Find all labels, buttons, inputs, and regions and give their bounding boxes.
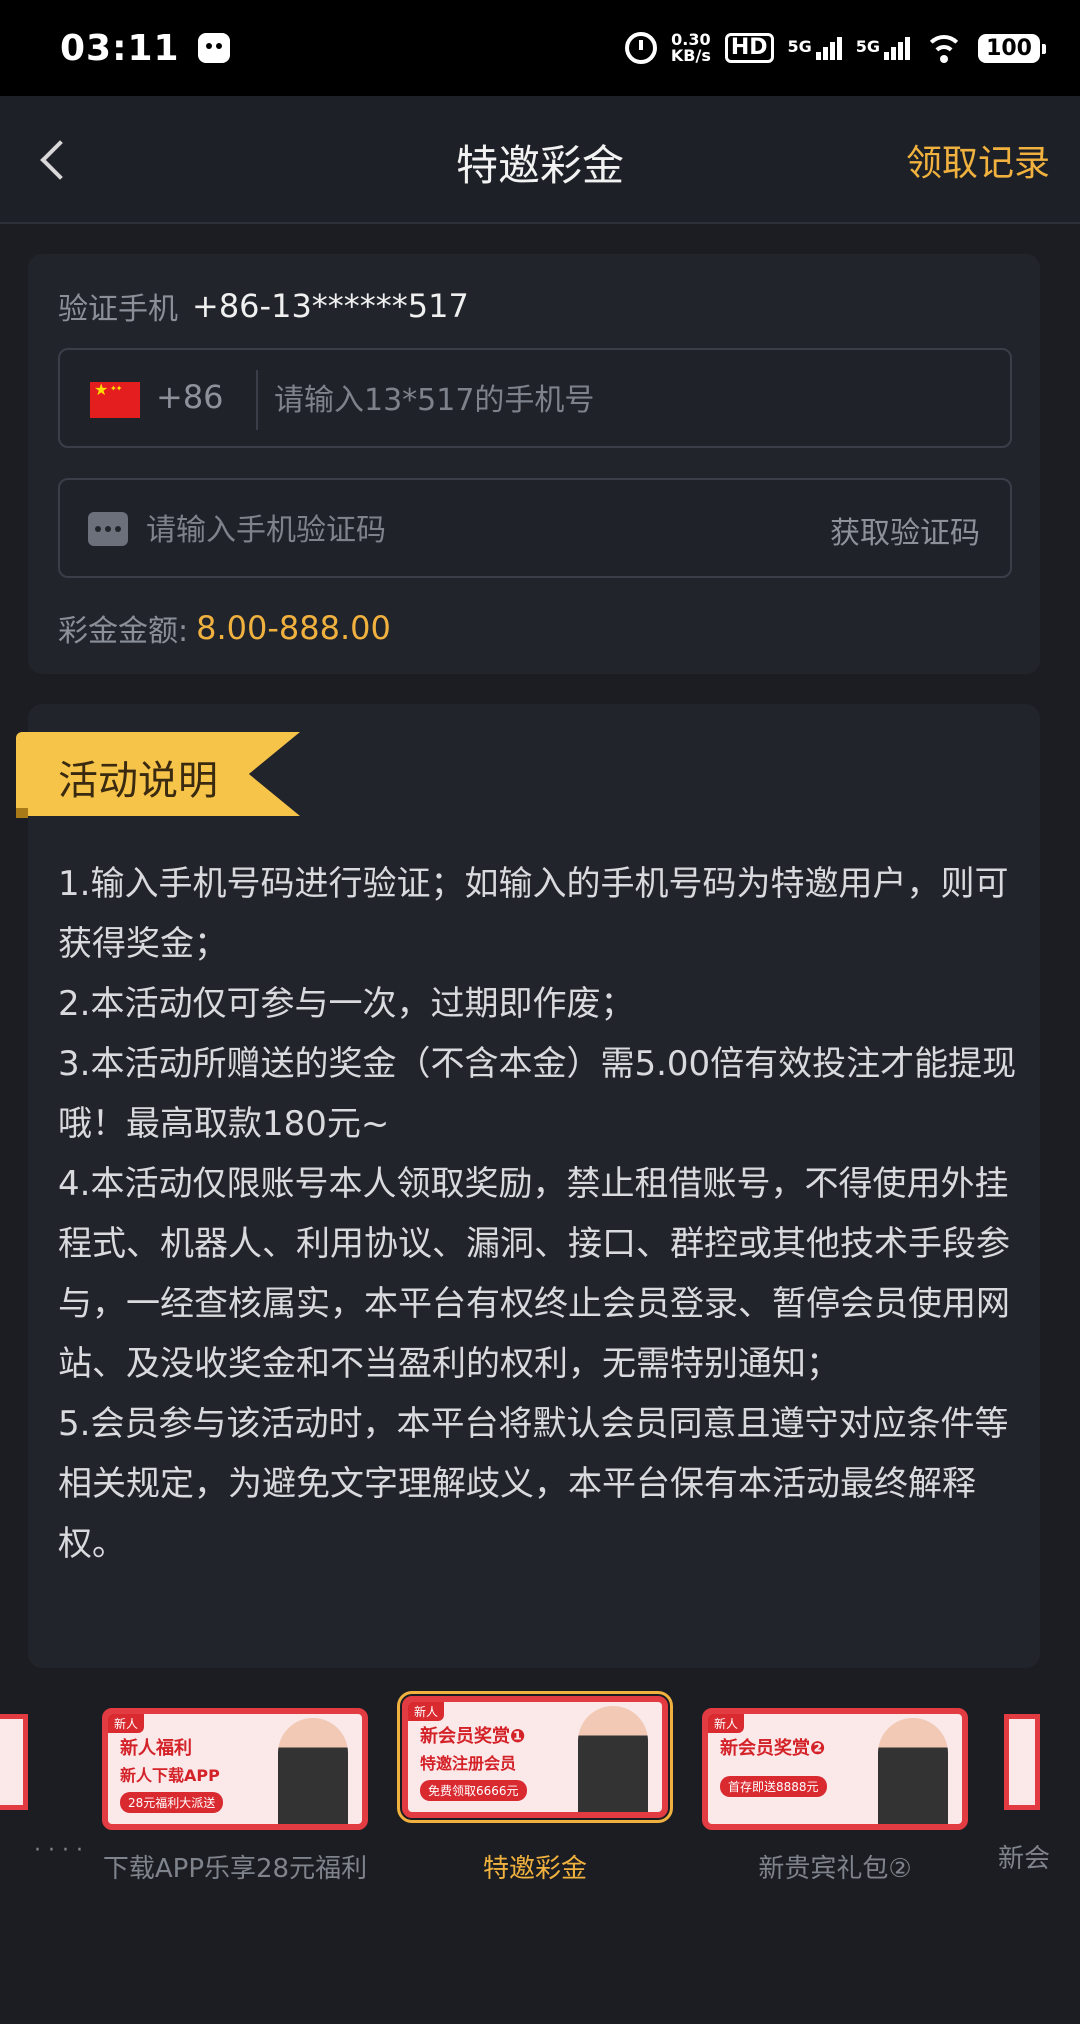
promo-headline: 新会员奖赏❶ xyxy=(420,1726,526,1747)
rule-item: 2.本活动仅可参与一次，过期即作废； xyxy=(58,984,635,1024)
promo-caption: 特邀彩金 xyxy=(482,1854,587,1884)
promo-caption: 下载APP乐享28元福利 xyxy=(102,1854,368,1884)
promo-banner[interactable]: 新人 新会员奖赏❶ 特邀注册会员 免费领取6666元 xyxy=(397,1691,673,1823)
phone-input-field: +86 xyxy=(58,348,1012,448)
promo-pill: 28元福利大派送 xyxy=(120,1792,224,1813)
china-flag-icon xyxy=(90,380,140,418)
alarm-icon xyxy=(624,32,657,64)
verify-phone-row: 验证手机 +86-13******517 xyxy=(58,284,469,328)
activity-heading: 活动说明 xyxy=(58,758,218,804)
carousel-right-caption: 新会 xyxy=(998,1844,1051,1874)
promo-pill: 首存即送8888元 xyxy=(720,1776,827,1797)
rule-item: 1.输入手机号码进行验证；如输入的手机号码为特邀用户，则可获得奖金； xyxy=(58,864,1009,964)
wifi-icon xyxy=(924,33,965,63)
carousel-edge-right[interactable] xyxy=(1004,1714,1040,1810)
promo-subline: 新人下载APP xyxy=(120,1766,220,1785)
verify-phone-card: 验证手机 +86-13******517 +86 获取验证码 彩金金额: 8.0… xyxy=(28,254,1040,674)
promo-tag: 新人 xyxy=(408,1702,445,1721)
verify-phone-value: +86-13******517 xyxy=(192,287,469,325)
field-divider xyxy=(256,370,258,430)
promo-banner[interactable]: 新人 新会员奖赏❷ 首存即送8888元 xyxy=(702,1708,968,1830)
status-bar: 03:11 0.30 KB/s HD 5G 5G 100 xyxy=(0,0,1080,96)
promo-model-image xyxy=(278,1718,348,1824)
promo-model-image xyxy=(878,1718,948,1824)
bonus-amount-row: 彩金金额: 8.00-888.00 xyxy=(58,606,391,650)
carousel-left-caption: · · · · xyxy=(34,1838,83,1863)
message-icon xyxy=(88,512,128,546)
promo-tag: 新人 xyxy=(108,1714,145,1733)
promo-tag: 新人 xyxy=(708,1714,745,1733)
status-bar-right: 0.30 KB/s HD 5G 5G 100 xyxy=(624,32,1046,64)
rule-item: 3.本活动所赠送的奖金（不含本金）需5.00倍有效投注才能提现哦！最高取款180… xyxy=(58,1044,1017,1144)
net-label-1: 5G xyxy=(787,36,812,56)
get-code-button[interactable]: 获取验证码 xyxy=(830,508,980,552)
top-nav-bar: 特邀彩金 领取记录 xyxy=(0,96,1080,224)
claim-records-link[interactable]: 领取记录 xyxy=(906,134,1050,186)
rule-item: 4.本活动仅限账号本人领取奖励，禁止租借账号，不得使用外挂程式、机器人、利用协议… xyxy=(58,1164,1010,1384)
promo-headline: 新人福利 xyxy=(120,1738,192,1759)
bonus-amount-value: 8.00-888.00 xyxy=(196,609,391,647)
activity-description-card: 活动说明 1.输入手机号码进行验证；如输入的手机号码为特邀用户，则可获得奖金； … xyxy=(16,704,1040,1668)
network-speed-unit: KB/s xyxy=(670,46,711,65)
rules-list: 1.输入手机号码进行验证；如输入的手机号码为特邀用户，则可获得奖金； 2.本活动… xyxy=(58,854,1018,1574)
promo-banner[interactable]: 新人 新人福利 新人下载APP 28元福利大派送 xyxy=(102,1708,368,1830)
app-notification-icon xyxy=(197,33,230,63)
verification-code-input[interactable] xyxy=(146,506,746,554)
code-input-field: 获取验证码 xyxy=(58,478,1012,578)
promo-subline: 特邀注册会员 xyxy=(420,1754,517,1773)
promo-pill: 免费领取6666元 xyxy=(420,1780,527,1801)
promo-headline: 新会员奖赏❷ xyxy=(720,1738,826,1759)
promo-caption: 新贵宾礼包② xyxy=(758,1854,912,1884)
status-time: 03:11 xyxy=(60,27,180,69)
signal-icon-2: 5G xyxy=(855,36,911,60)
rule-item: 5.会员参与该活动时，本平台将默认会员同意且遵守对应条件等相关规定，为避免文字理… xyxy=(58,1404,1009,1564)
network-speed: 0.30 KB/s xyxy=(671,32,711,64)
phone-number-input[interactable] xyxy=(274,376,974,424)
net-label-2: 5G xyxy=(855,36,881,56)
battery-icon: 100 xyxy=(978,33,1046,63)
signal-icon-1: 5G xyxy=(787,36,842,60)
country-code[interactable]: +86 xyxy=(156,378,224,416)
promo-model-image xyxy=(578,1706,648,1812)
hd-icon: HD xyxy=(724,33,774,63)
carousel-edge-left[interactable] xyxy=(0,1714,28,1810)
promo-item-special-bonus[interactable]: 新人 新会员奖赏❶ 特邀注册会员 免费领取6666元 特邀彩金 xyxy=(397,1691,673,1885)
promo-carousel: · · · · 新人 新人福利 新人下载APP 28元福利大派送 下载APP乐享… xyxy=(0,1690,1080,1890)
status-bar-left: 03:11 xyxy=(60,28,230,69)
verify-phone-label: 验证手机 xyxy=(58,292,178,327)
promo-item-vip-gift[interactable]: 新人 新会员奖赏❷ 首存即送8888元 新贵宾礼包② xyxy=(702,1708,968,1885)
ribbon-fold xyxy=(16,808,28,818)
bonus-amount-label: 彩金金额: xyxy=(58,614,189,649)
promo-item-download-app[interactable]: 新人 新人福利 新人下载APP 28元福利大派送 下载APP乐享28元福利 xyxy=(102,1708,368,1885)
